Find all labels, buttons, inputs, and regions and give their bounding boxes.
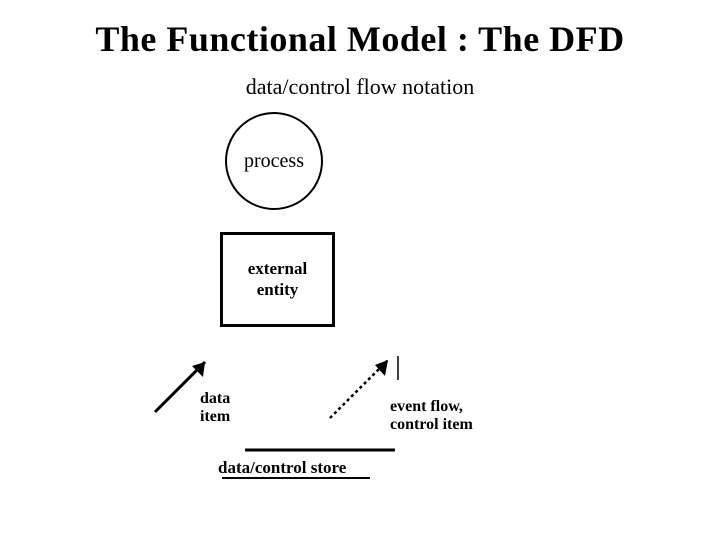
arrows-layer [0,100,720,540]
diagram-canvas: process externalentity dataitem event fl… [0,100,720,540]
data-item-label: dataitem [200,390,230,427]
data-item-arrow-icon [155,362,205,412]
diagram-title: The Functional Model : The DFD [0,0,720,60]
event-flow-arrow-icon [330,356,398,418]
event-flow-label: event flow,control item [390,398,473,435]
data-store-label: data/control store [218,458,346,478]
diagram-subtitle: data/control flow notation [0,74,720,100]
